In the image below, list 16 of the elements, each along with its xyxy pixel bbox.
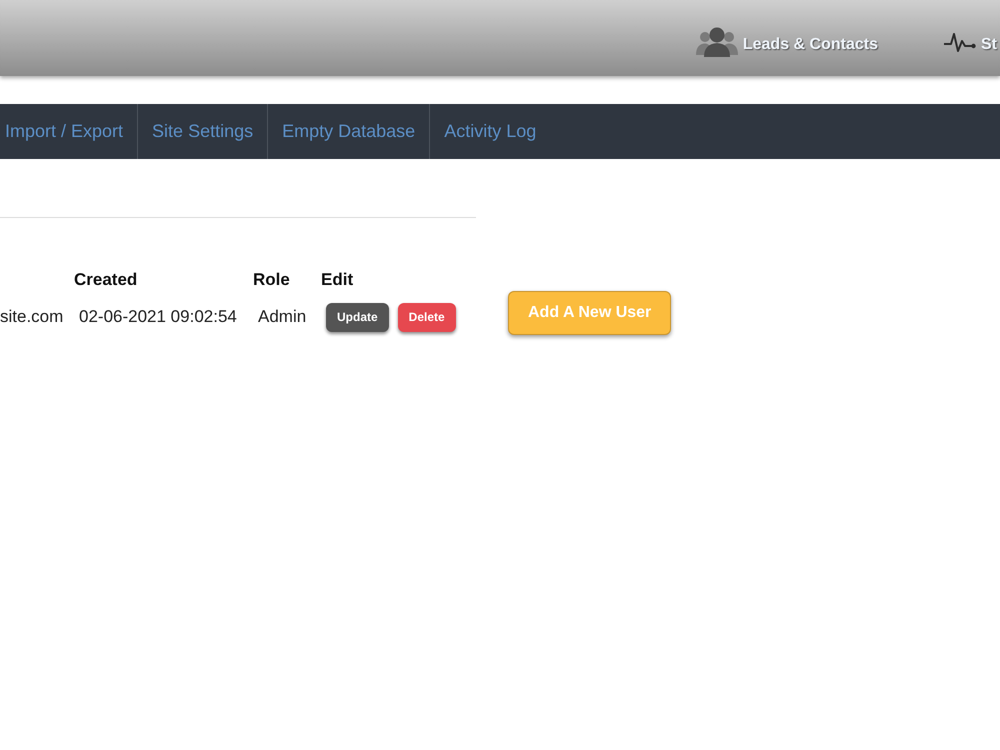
table-cell-text: site.com <box>0 306 64 328</box>
header-nav-link[interactable]: St <box>944 22 997 54</box>
pulse-icon <box>944 32 976 52</box>
nav-link[interactable]: Import / Export <box>0 104 138 159</box>
nav-link[interactable]: Site Settings <box>138 104 268 159</box>
delete-button[interactable]: Delete <box>398 302 456 332</box>
column-header: Created <box>73 269 138 291</box>
table-cell-text: Admin <box>257 306 308 328</box>
column-header: Role <box>252 269 291 291</box>
people-icon <box>696 27 738 57</box>
nav-link[interactable]: Empty Database <box>268 104 430 159</box>
nav-link[interactable]: Activity Log <box>430 104 550 159</box>
column-header: Edit <box>320 269 354 291</box>
header-nav-link[interactable]: Leads & Contacts <box>696 19 878 57</box>
update-button[interactable]: Update <box>326 302 389 332</box>
table-cell-text: 02-06-2021 09:02:54 <box>78 306 238 328</box>
